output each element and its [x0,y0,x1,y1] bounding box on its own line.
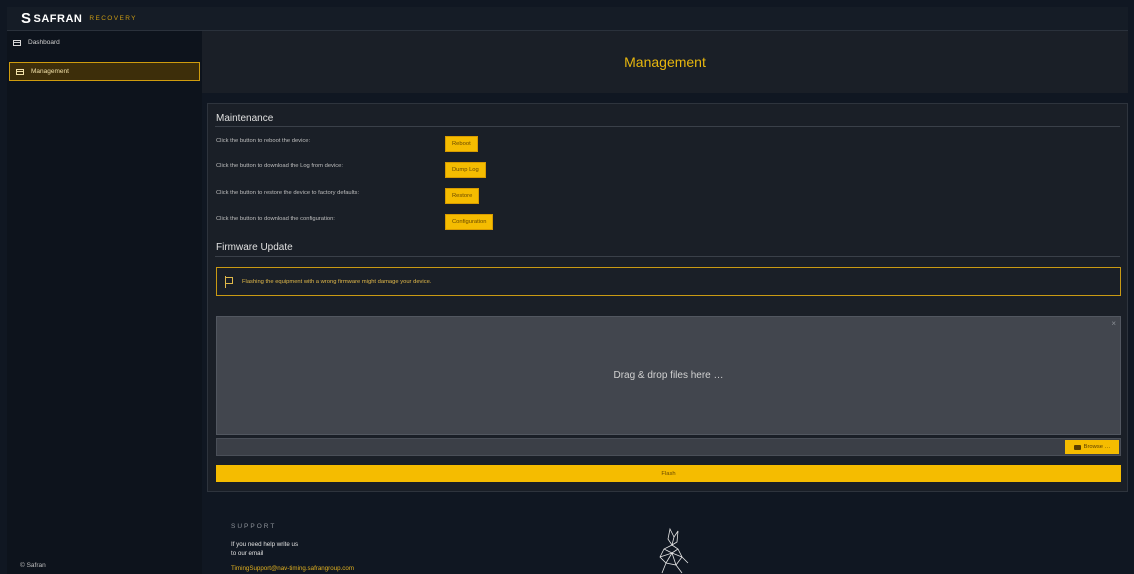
support-title: SUPPORT [231,523,277,530]
support-email-link[interactable]: TimingSupport@nav-timing.safrangroup.com [231,564,354,573]
management-panel: Maintenance Click the button to reboot t… [207,103,1128,492]
file-dropzone[interactable]: × Drag & drop files here … [216,316,1121,435]
reboot-label: Click the button to reboot the device: [216,138,311,144]
sidebar-item-management[interactable]: Management [9,62,200,81]
warning-text: Flashing the equipment with a wrong firm… [242,278,432,285]
monitor-icon [13,39,21,46]
close-icon[interactable]: × [1111,319,1116,328]
divider [215,256,1120,257]
safran-s-mark: S [21,10,32,27]
dropzone-text: Drag & drop files here … [613,370,724,381]
page-header: Management [202,31,1128,93]
page-title: Management [624,54,706,70]
support-section: SUPPORT If you need help write us to our… [231,522,354,573]
browse-button[interactable]: Browse … [1065,440,1119,454]
sidebar: Dashboard Management © Safran [7,31,202,574]
support-text-line2: to our email [231,550,264,557]
configuration-label: Click the button to download the configu… [216,216,335,222]
restore-label: Click the button to restore the device t… [216,190,360,196]
window-icon [16,68,24,75]
browse-label: Browse … [1083,444,1111,450]
sidebar-item-dashboard[interactable]: Dashboard [7,33,202,52]
restore-button[interactable]: Restore [445,188,480,204]
sidebar-item-label: Management [31,68,69,75]
reboot-button[interactable]: Reboot [445,136,478,152]
firmware-warning: Flashing the equipment with a wrong firm… [216,267,1121,296]
copyright: © Safran [20,562,46,569]
logo-subtitle: RECOVERY [89,15,137,22]
maintenance-title: Maintenance [216,113,274,124]
support-text-line1: If you need help write us [231,541,299,548]
top-bar: S SAFRAN RECOVERY [7,7,1128,31]
dump-log-button[interactable]: Dump Log [445,162,486,178]
file-path-field[interactable]: Browse … [216,438,1121,456]
sidebar-item-label: Dashboard [28,39,60,46]
configuration-button[interactable]: Configuration [445,214,494,230]
logo-text: SAFRAN [33,12,83,25]
firmware-update-title: Firmware Update [216,242,293,253]
hare-mascot-icon [659,527,689,574]
flash-button[interactable]: Flash [216,465,1121,482]
safran-logo[interactable]: S SAFRAN RECOVERY [21,10,137,27]
flag-icon [224,275,234,288]
folder-icon [1073,444,1081,450]
dump-log-label: Click the button to download the Log fro… [216,163,343,169]
divider [215,126,1120,127]
